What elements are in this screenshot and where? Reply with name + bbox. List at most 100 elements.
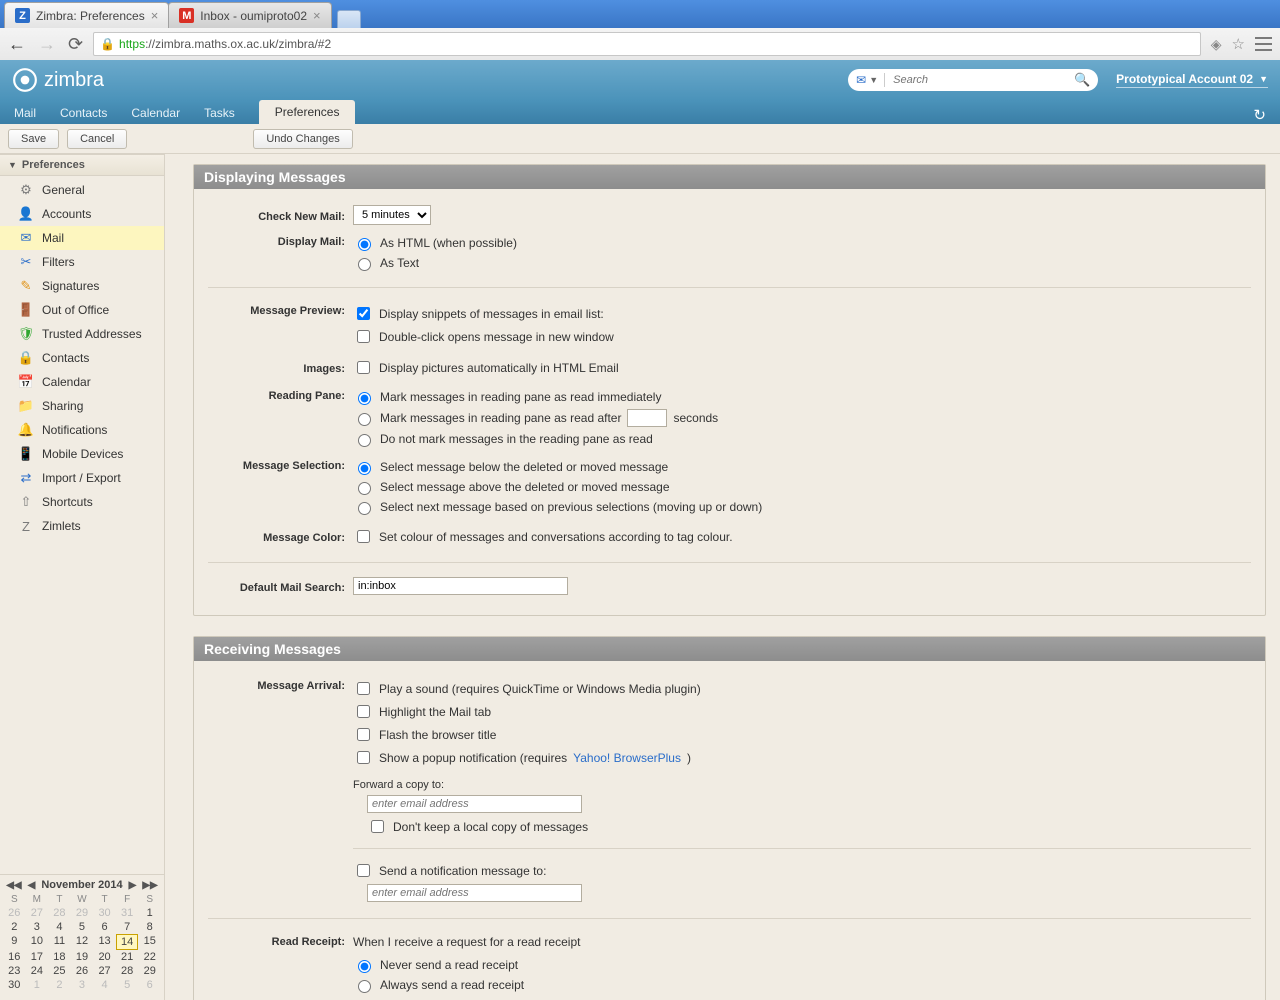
sidebar-item-mobile-devices[interactable]: 📱Mobile Devices xyxy=(0,442,164,466)
cal-day[interactable]: 10 xyxy=(26,934,49,950)
cancel-button[interactable]: Cancel xyxy=(67,129,127,149)
cal-day[interactable]: 2 xyxy=(3,920,26,934)
close-icon[interactable]: × xyxy=(313,8,321,23)
reading-never-radio[interactable] xyxy=(358,434,371,447)
sidebar-item-sharing[interactable]: 📁Sharing xyxy=(0,394,164,418)
sidebar-item-trusted-addresses[interactable]: 🛡Trusted Addresses xyxy=(0,322,164,346)
check-new-mail-select[interactable]: 5 minutes xyxy=(353,205,431,225)
cal-day[interactable]: 5 xyxy=(71,920,94,934)
back-icon[interactable]: ← xyxy=(8,34,26,55)
menu-icon[interactable] xyxy=(1255,37,1272,51)
cal-day[interactable]: 3 xyxy=(71,978,94,992)
cal-day[interactable]: 26 xyxy=(3,906,26,920)
cal-prev-year-icon[interactable]: ◀◀ xyxy=(6,880,21,891)
cal-day[interactable]: 29 xyxy=(138,964,161,978)
sidebar-item-contacts[interactable]: 🔒Contacts xyxy=(0,346,164,370)
search-scope[interactable]: ✉ ▼ xyxy=(856,73,885,87)
cal-day[interactable]: 7 xyxy=(116,920,139,934)
forward-icon[interactable]: → xyxy=(38,34,56,55)
cal-day[interactable]: 5 xyxy=(116,978,139,992)
images-checkbox[interactable] xyxy=(357,361,370,374)
highlight-tab-checkbox[interactable] xyxy=(357,705,370,718)
reading-immediate-radio[interactable] xyxy=(358,392,371,405)
sidebar-item-calendar[interactable]: 📅Calendar xyxy=(0,370,164,394)
cal-prev-month-icon[interactable]: ◀ xyxy=(28,880,36,891)
cal-day[interactable]: 11 xyxy=(48,934,71,950)
send-notification-checkbox[interactable] xyxy=(357,864,370,877)
sidebar-item-import-export[interactable]: ⇄Import / Export xyxy=(0,466,164,490)
receipt-always-radio[interactable] xyxy=(358,980,371,993)
url-bar[interactable]: 🔒 https://zimbra.maths.ox.ac.uk/zimbra/#… xyxy=(93,32,1201,56)
cal-day[interactable]: 12 xyxy=(71,934,94,950)
cal-day[interactable]: 20 xyxy=(93,950,116,964)
reading-after-radio[interactable] xyxy=(358,413,371,426)
receipt-never-radio[interactable] xyxy=(358,960,371,973)
cal-day[interactable]: 9 xyxy=(3,934,26,950)
cal-day[interactable]: 4 xyxy=(48,920,71,934)
sidebar-header[interactable]: ▼ Preferences xyxy=(0,154,164,176)
search-input[interactable] xyxy=(891,73,1074,87)
tab-mail[interactable]: Mail xyxy=(14,102,36,124)
sidebar-item-shortcuts[interactable]: ⇧Shortcuts xyxy=(0,490,164,514)
browser-tab-0[interactable]: Z Zimbra: Preferences × xyxy=(4,2,169,28)
cal-day[interactable]: 14 xyxy=(116,934,139,950)
cal-day[interactable]: 25 xyxy=(48,964,71,978)
cal-day[interactable]: 15 xyxy=(138,934,161,950)
tab-calendar[interactable]: Calendar xyxy=(131,102,180,124)
tab-contacts[interactable]: Contacts xyxy=(60,102,107,124)
tab-tasks[interactable]: Tasks xyxy=(204,102,235,124)
cal-next-year-icon[interactable]: ▶▶ xyxy=(142,880,157,891)
cal-day[interactable]: 1 xyxy=(26,978,49,992)
sel-prev-radio[interactable] xyxy=(358,502,371,515)
popup-checkbox[interactable] xyxy=(357,751,370,764)
new-tab-button[interactable] xyxy=(337,10,361,28)
close-icon[interactable]: × xyxy=(151,8,159,23)
cal-day[interactable]: 2 xyxy=(48,978,71,992)
cal-day[interactable]: 4 xyxy=(93,978,116,992)
bookmark-icon[interactable]: ☆ xyxy=(1232,35,1245,53)
reading-seconds-input[interactable] xyxy=(627,409,667,427)
browserplus-link[interactable]: Yahoo! BrowserPlus xyxy=(573,751,681,765)
dont-keep-copy-checkbox[interactable] xyxy=(371,820,384,833)
cal-day[interactable]: 28 xyxy=(116,964,139,978)
sidebar-item-filters[interactable]: ✂Filters xyxy=(0,250,164,274)
sidebar-item-signatures[interactable]: ✎Signatures xyxy=(0,274,164,298)
sidebar-item-out-of-office[interactable]: 🚪Out of Office xyxy=(0,298,164,322)
notify-email-input[interactable] xyxy=(367,884,582,902)
reload-icon[interactable]: ⟳ xyxy=(68,34,83,55)
cal-day[interactable]: 16 xyxy=(3,950,26,964)
flash-title-checkbox[interactable] xyxy=(357,728,370,741)
cal-day[interactable]: 21 xyxy=(116,950,139,964)
cal-day[interactable]: 22 xyxy=(138,950,161,964)
cal-day[interactable]: 23 xyxy=(3,964,26,978)
play-sound-checkbox[interactable] xyxy=(357,682,370,695)
cal-day[interactable]: 8 xyxy=(138,920,161,934)
undo-changes-button[interactable]: Undo Changes xyxy=(253,129,352,149)
default-search-input[interactable] xyxy=(353,577,568,595)
display-text-radio[interactable] xyxy=(358,258,371,271)
cal-day[interactable]: 27 xyxy=(93,964,116,978)
splitter-handle[interactable] xyxy=(165,154,171,1000)
cal-day[interactable]: 1 xyxy=(138,906,161,920)
save-button[interactable]: Save xyxy=(8,129,59,149)
sidebar-item-notifications[interactable]: 🔔Notifications xyxy=(0,418,164,442)
cal-day[interactable]: 6 xyxy=(93,920,116,934)
cal-day[interactable]: 18 xyxy=(48,950,71,964)
sel-below-radio[interactable] xyxy=(358,462,371,475)
refresh-icon[interactable]: ↻ xyxy=(1253,106,1266,124)
cal-day[interactable]: 19 xyxy=(71,950,94,964)
cal-day[interactable]: 24 xyxy=(26,964,49,978)
cal-next-month-icon[interactable]: ▶ xyxy=(129,880,137,891)
cal-day[interactable]: 6 xyxy=(138,978,161,992)
sidebar-item-zimlets[interactable]: ZZimlets xyxy=(0,514,164,538)
cal-day[interactable]: 13 xyxy=(93,934,116,950)
forward-email-input[interactable] xyxy=(367,795,582,813)
account-menu[interactable]: Prototypical Account 02 ▼ xyxy=(1116,72,1268,88)
sidebar-item-mail[interactable]: ✉Mail xyxy=(0,226,164,250)
cal-day[interactable]: 30 xyxy=(93,906,116,920)
extension-icon[interactable]: ◈ xyxy=(1211,36,1222,53)
cal-day[interactable]: 3 xyxy=(26,920,49,934)
browser-tab-1[interactable]: M Inbox - oumiproto02 × xyxy=(168,2,331,28)
sel-above-radio[interactable] xyxy=(358,482,371,495)
search-icon[interactable]: 🔍 xyxy=(1074,72,1090,88)
